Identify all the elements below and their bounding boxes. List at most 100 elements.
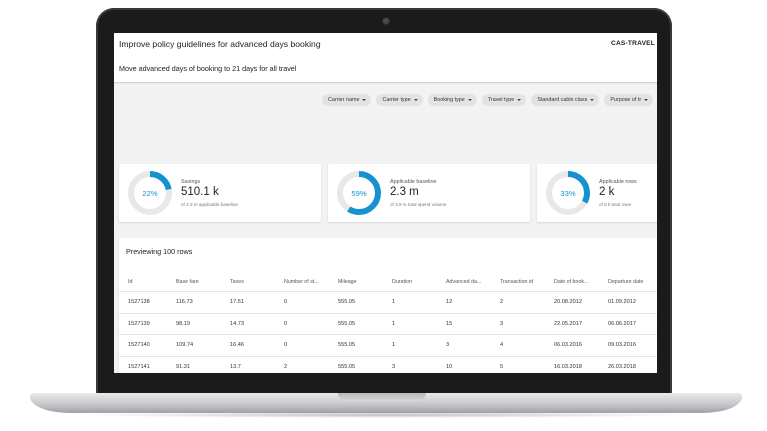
baseline-percent: 59% — [351, 188, 367, 198]
filter-travel-type[interactable]: Travel type — [481, 94, 527, 106]
cell-taxes: 14.73 — [230, 320, 244, 327]
column-header-date-of-booking[interactable]: Date of book... — [554, 279, 588, 285]
caret-down-icon — [590, 99, 595, 101]
column-header-advanced-days[interactable]: Advanced da... — [446, 279, 481, 285]
cell-id: 1527140 — [128, 342, 150, 349]
column-header-id[interactable]: Id — [128, 279, 132, 285]
kpi-card-applicable-rows: 33% Applicable rows 2 k of 6 k total row… — [537, 164, 657, 222]
page-subtitle: Move advanced days of booking to 21 days… — [119, 64, 297, 73]
table-row[interactable]: 1527139 98.19 14.73 0 555.05 1 15 3 22.0… — [119, 314, 657, 335]
cell-id: 1527141 — [128, 363, 150, 370]
rows-percent: 33% — [560, 188, 576, 198]
cell-number-of-stops: 2 — [284, 363, 288, 370]
table-row[interactable]: 1527141 91.31 13.7 2 555.05 3 10 5 16.03… — [119, 357, 657, 374]
savings-percent: 22% — [142, 188, 158, 198]
laptop-mockup: Improve policy guidelines for advanced d… — [0, 0, 767, 431]
cell-transaction-id: 4 — [500, 342, 504, 349]
cell-mileage: 555.05 — [338, 363, 356, 370]
column-header-base-fare[interactable]: Base fare — [176, 279, 199, 285]
cell-number-of-stops: 0 — [284, 299, 288, 306]
filter-label: Purpose of tr — [610, 97, 642, 103]
filter-booking-type[interactable]: Booking type — [427, 94, 477, 106]
cell-departure-date: 06.06.2017 — [608, 320, 636, 327]
cell-mileage: 555.05 — [338, 320, 356, 327]
kpi-subtext: of 2.3 m applicable baseline — [181, 202, 238, 207]
kpi-value: 2.3 m — [390, 186, 419, 198]
cell-taxes: 13.7 — [230, 363, 241, 370]
kpi-value: 510.1 k — [181, 186, 219, 198]
filter-label: Standard cabin class — [537, 97, 588, 103]
preview-title: Previewing 100 rows — [126, 247, 193, 256]
column-header-taxes[interactable]: Taxes — [230, 279, 244, 285]
table-row[interactable]: 1527138 116.73 17.51 0 555.05 1 12 2 20.… — [119, 292, 657, 314]
kpi-card-savings: 22% Savings 510.1 k of 2.3 m applicable … — [119, 164, 321, 222]
cell-mileage: 555.05 — [338, 299, 356, 306]
app-screen: Improve policy guidelines for advanced d… — [114, 33, 657, 373]
column-header-duration[interactable]: Duration — [392, 279, 412, 285]
cell-advanced-days: 10 — [446, 363, 453, 370]
caret-down-icon — [467, 99, 472, 101]
filter-purpose[interactable]: Purpose of tr — [604, 94, 654, 106]
cell-duration: 1 — [392, 320, 396, 327]
cell-base-fare: 98.19 — [176, 320, 190, 327]
filter-label: Carrier type — [382, 97, 411, 103]
kpi-label: Applicable rows — [599, 179, 637, 185]
cell-advanced-days: 3 — [446, 342, 450, 349]
filter-label: Carrier name — [328, 97, 360, 103]
filter-label: Booking type — [433, 97, 465, 103]
cell-base-fare: 91.31 — [176, 363, 190, 370]
cell-transaction-id: 2 — [500, 299, 504, 306]
caret-down-icon — [362, 99, 367, 101]
kpi-card-applicable-baseline: 59% Applicable baseline 2.3 m of 3.9 m t… — [328, 164, 530, 222]
cell-duration: 1 — [392, 342, 396, 349]
brand-label[interactable]: CAS-TRAVEL — [611, 40, 655, 47]
filter-label: Travel type — [487, 97, 515, 103]
column-header-mileage[interactable]: Mileage — [338, 279, 357, 285]
cell-date-of-booking: 22.05.2017 — [554, 320, 582, 327]
kpi-label: Savings — [181, 179, 201, 185]
cell-departure-date: 01.09.2012 — [608, 299, 636, 306]
cell-transaction-id: 5 — [500, 363, 504, 370]
table-header-row: Id Base fare Taxes Number of st... Milea… — [119, 272, 657, 292]
cell-departure-date: 26.03.2018 — [608, 363, 636, 370]
table-row[interactable]: 1527140 109.74 16.46 0 555.05 1 3 4 06.0… — [119, 335, 657, 357]
cell-duration: 1 — [392, 299, 396, 306]
cell-number-of-stops: 0 — [284, 320, 288, 327]
cell-base-fare: 116.73 — [176, 299, 193, 306]
header-divider — [114, 82, 657, 85]
cell-advanced-days: 15 — [446, 320, 453, 327]
filter-carrier-type[interactable]: Carrier type — [376, 94, 423, 106]
cell-taxes: 17.51 — [230, 299, 244, 306]
kpi-subtext: of 3.9 m total spend volume — [390, 202, 447, 207]
kpi-value: 2 k — [599, 186, 615, 198]
caret-down-icon — [413, 99, 418, 101]
filter-cabin-class[interactable]: Standard cabin class — [531, 94, 600, 106]
page-header: Improve policy guidelines for advanced d… — [114, 33, 657, 83]
cell-duration: 3 — [392, 363, 396, 370]
laptop-shadow — [70, 412, 700, 418]
cell-taxes: 16.46 — [230, 342, 244, 349]
preview-panel: Previewing 100 rows Id Base fare Taxes N… — [119, 238, 657, 373]
caret-down-icon — [517, 99, 522, 101]
camera-icon — [383, 18, 389, 24]
column-header-number-of-stops[interactable]: Number of st... — [284, 279, 319, 285]
data-table: Id Base fare Taxes Number of st... Milea… — [119, 272, 657, 373]
laptop-notch — [338, 393, 426, 401]
caret-down-icon — [644, 99, 649, 101]
cell-departure-date: 09.03.2016 — [608, 342, 636, 349]
column-header-transaction-id[interactable]: Transaction id — [500, 279, 533, 285]
cell-mileage: 555.05 — [338, 342, 356, 349]
page-title: Improve policy guidelines for advanced d… — [119, 39, 321, 49]
cell-date-of-booking: 20.08.2012 — [554, 299, 582, 306]
column-header-departure-date[interactable]: Departure date — [608, 279, 643, 285]
kpi-subtext: of 6 k total rows — [599, 202, 632, 207]
cell-advanced-days: 12 — [446, 299, 453, 306]
cell-transaction-id: 3 — [500, 320, 504, 327]
cell-id: 1527138 — [128, 299, 150, 306]
cell-id: 1527139 — [128, 320, 150, 327]
filter-carrier-name[interactable]: Carrier name — [322, 94, 372, 106]
cell-base-fare: 109.74 — [176, 342, 194, 349]
kpi-label: Applicable baseline — [390, 179, 437, 185]
cell-date-of-booking: 16.03.2018 — [554, 363, 582, 370]
filter-bar: Carrier name Carrier type Booking type T… — [322, 94, 654, 106]
